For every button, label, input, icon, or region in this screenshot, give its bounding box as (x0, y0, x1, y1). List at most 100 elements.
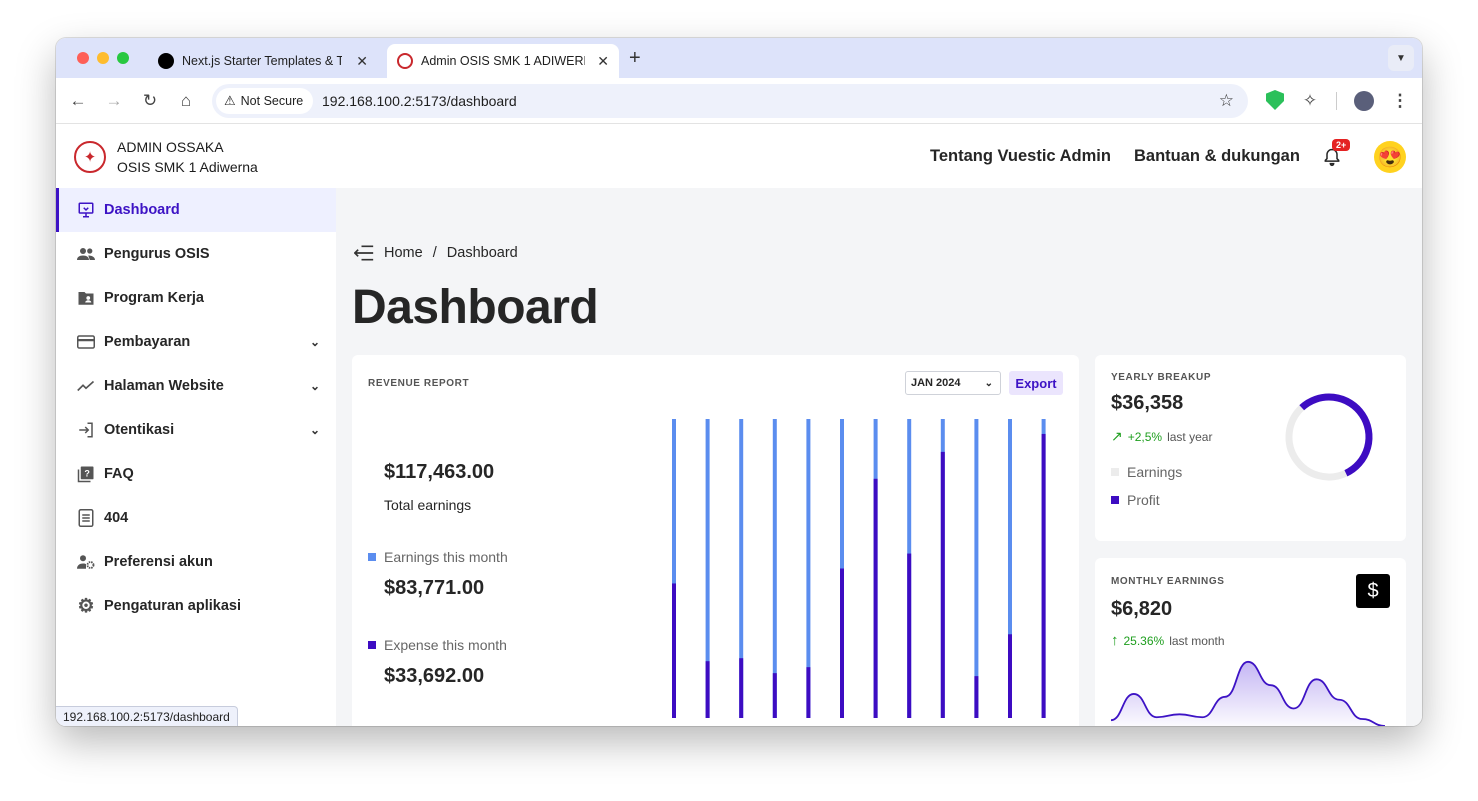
expense-bar (940, 451, 945, 718)
toggle-sidebar-icon[interactable] (353, 245, 374, 266)
breadcrumb-separator: / (432, 245, 437, 261)
revenue-bar-chart: JanFebMarAprMayJunJulAugSepOctNovDec (672, 419, 1046, 718)
nextjs-favicon-icon (158, 53, 174, 69)
chevron-down-icon[interactable]: ⌄ (310, 423, 320, 437)
close-window-button[interactable] (77, 52, 89, 64)
breadcrumb-home-link[interactable]: Home (384, 245, 423, 261)
sidebar-item-pengaturan-aplikasi[interactable]: ⚙ Pengaturan aplikasi (56, 584, 336, 628)
monthly-earnings-label: MONTHLY EARNINGS (1111, 576, 1225, 587)
browser-menu-icon[interactable]: ⋮ (1390, 91, 1410, 111)
sidebar-item-pembayaran[interactable]: Pembayaran ⌄ (56, 320, 336, 364)
gear-icon: ⚙ (77, 595, 95, 617)
monthly-area-chart (1111, 660, 1386, 726)
sidebar-item-otentikasi[interactable]: Otentikasi ⌄ (56, 408, 336, 452)
arrow-up-icon: ↑ (1111, 632, 1119, 649)
sidebar-item-label: Pembayaran (104, 334, 191, 350)
sidebar-item-label: 404 (104, 510, 129, 526)
sidebar-item-preferensi-akun[interactable]: Preferensi akun (56, 540, 336, 584)
sidebar-item-program-kerja[interactable]: Program Kerja (56, 276, 336, 320)
page-title: Dashboard (352, 281, 599, 334)
chevron-down-icon[interactable]: ⌄ (310, 379, 320, 393)
close-tab-icon[interactable]: ✕ (597, 53, 609, 70)
monthly-earnings-value: $6,820 (1111, 598, 1173, 620)
security-chip[interactable]: ⚠ Not Secure (216, 88, 314, 114)
monthly-change-suffix: last month (1169, 633, 1225, 648)
browser-toolbar: ← → ↻ ⌂ ⚠ Not Secure 192.168.100.2:5173/… (56, 78, 1422, 124)
tab-title: Admin OSIS SMK 1 ADIWERNA (421, 54, 585, 68)
sidebar-item-pengurus-osis[interactable]: Pengurus OSIS (56, 232, 336, 276)
app-root: ✦ ADMIN OSSAKA OSIS SMK 1 Adiwerna Tenta… (56, 125, 1422, 726)
monitor-icon (76, 201, 96, 219)
yearly-trend: ↗ +2,5% last year (1111, 428, 1212, 445)
expense-month-label: Expense this month (384, 637, 507, 653)
reload-icon[interactable]: ↻ (140, 91, 160, 111)
osis-logo-icon[interactable]: ✦ (74, 141, 106, 173)
tab-nextjs[interactable]: Next.js Starter Templates & T… ✕ (148, 44, 378, 78)
sidebar-item-404[interactable]: 404 (56, 496, 336, 540)
tab-search-chevron-icon[interactable]: ▼ (1388, 45, 1414, 71)
sidebar-item-halaman-website[interactable]: Halaman Website ⌄ (56, 364, 336, 408)
back-icon[interactable]: ← (68, 91, 88, 111)
trending-line-icon (76, 380, 96, 392)
expense-bar (705, 661, 710, 718)
period-select-value: JAN 2024 (911, 377, 961, 389)
tab-bar: Next.js Starter Templates & T… ✕ Admin O… (56, 38, 1422, 78)
question-box-icon: ? (76, 465, 96, 483)
expense-bar (1008, 634, 1012, 718)
tab-admin-osis[interactable]: Admin OSIS SMK 1 ADIWERNA ✕ (387, 44, 619, 78)
yearly-change-value: +2,5% (1127, 429, 1163, 444)
status-bar-url: 192.168.100.2:5173/dashboard (56, 706, 238, 726)
bookmark-star-icon[interactable]: ☆ (1219, 91, 1234, 111)
sidebar-item-label: Otentikasi (104, 422, 175, 438)
donut-slice-earnings (1285, 405, 1348, 481)
minimize-window-button[interactable] (97, 52, 109, 64)
new-tab-icon[interactable]: + (629, 47, 641, 70)
extensions-puzzle-icon[interactable]: ✧ (1300, 91, 1320, 111)
sidebar: Dashboard Pengurus OSIS Program Kerja Pe… (56, 188, 336, 726)
earnings-swatch (1111, 468, 1119, 476)
yearly-breakup-label: YEARLY BREAKUP (1111, 372, 1212, 383)
sidebar-item-label: Program Kerja (104, 290, 204, 306)
home-icon[interactable]: ⌂ (176, 91, 196, 111)
url-text[interactable]: 192.168.100.2:5173/dashboard (322, 93, 517, 109)
osis-favicon-icon (397, 53, 413, 69)
expense-bar (873, 478, 878, 718)
period-select[interactable]: JAN 2024 ⌄ (905, 371, 1001, 395)
yearly-breakup-value: $36,358 (1111, 392, 1184, 414)
total-earnings-value: $117,463.00 (384, 461, 495, 483)
yearly-legend-earnings: Earnings (1111, 464, 1182, 480)
brand-title: ADMIN OSSAKA (117, 139, 224, 155)
forward-icon[interactable]: → (104, 91, 124, 111)
earnings-month-label: Earnings this month (384, 549, 508, 565)
yearly-legend-label: Profit (1127, 492, 1160, 508)
arrow-up-right-icon: ↗ (1111, 428, 1123, 444)
user-gear-icon (76, 554, 96, 570)
yearly-breakup-card: YEARLY BREAKUP $36,358 ↗ +2,5% last year… (1095, 355, 1406, 541)
group-icon (76, 247, 96, 261)
sidebar-item-label: Pengurus OSIS (104, 246, 210, 262)
revenue-report-label: REVENUE REPORT (368, 378, 470, 389)
sidebar-item-label: Halaman Website (104, 378, 224, 394)
help-support-link[interactable]: Bantuan & dukungan (1134, 147, 1300, 166)
about-vuestic-link[interactable]: Tentang Vuestic Admin (930, 147, 1111, 166)
monthly-trend: ↑ 25.36% last month (1111, 632, 1225, 649)
yearly-legend-label: Earnings (1127, 464, 1183, 480)
expense-bar (739, 658, 744, 718)
sidebar-item-label: Dashboard (104, 202, 180, 218)
shield-extension-icon[interactable] (1266, 90, 1284, 110)
close-tab-icon[interactable]: ✕ (356, 53, 368, 70)
expense-bar (907, 553, 912, 718)
expense-swatch (368, 641, 376, 649)
maximize-window-button[interactable] (117, 52, 129, 64)
user-avatar[interactable]: 😍 (1374, 141, 1406, 173)
expense-month-value: $33,692.00 (384, 665, 485, 687)
monthly-earnings-card: MONTHLY EARNINGS $6,820 ↑ 25.36% last mo… (1095, 558, 1406, 726)
breadcrumb-current: Dashboard (446, 245, 518, 261)
profile-avatar[interactable] (1354, 91, 1374, 111)
sidebar-item-faq[interactable]: ? FAQ (56, 452, 336, 496)
sidebar-item-dashboard[interactable]: Dashboard (56, 188, 336, 232)
document-icon (76, 509, 96, 527)
address-bar[interactable]: ⚠ Not Secure 192.168.100.2:5173/dashboar… (212, 84, 1248, 118)
export-button[interactable]: Export (1009, 371, 1063, 395)
chevron-down-icon[interactable]: ⌄ (310, 335, 320, 349)
